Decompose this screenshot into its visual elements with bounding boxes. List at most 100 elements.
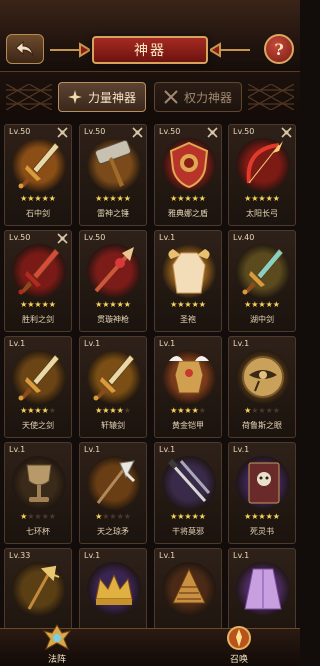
star-filled-icon: ★ <box>191 300 199 309</box>
artifact-card[interactable]: Lv.50 ★★★★★ 雅典娜之盾 <box>154 124 222 226</box>
star-filled-icon: ★ <box>265 512 273 521</box>
artifact-card[interactable]: Lv.1 ★★★★★ 七环杯 <box>4 442 72 544</box>
artifact-card[interactable]: Lv.33 <box>4 548 72 628</box>
compass-star-icon <box>67 90 82 104</box>
formation-emblem-icon <box>42 624 72 651</box>
star-filled-icon: ★ <box>191 406 199 415</box>
star-filled-icon: ★ <box>258 194 266 203</box>
artifact-name: 干将莫邪 <box>172 527 204 536</box>
crossed-swords-icon <box>164 90 178 104</box>
star-rating: ★★★★★ <box>155 512 221 522</box>
star-rating: ★★★★★ <box>229 194 295 204</box>
star-filled-icon: ★ <box>258 512 266 521</box>
star-filled-icon: ★ <box>109 194 117 203</box>
artifact-card[interactable]: Lv.1 ★★★★★ 荷鲁斯之眼 <box>228 336 296 438</box>
angel-sword-icon <box>18 354 60 401</box>
back-button[interactable] <box>6 34 44 64</box>
artifact-card[interactable]: Lv.1 ★★★★★ 天使之剑 <box>4 336 72 438</box>
artifact-card[interactable]: Lv.1 ★★★★★ 轩辕剑 <box>79 336 147 438</box>
artifact-level: Lv.1 <box>9 445 26 454</box>
artifact-card[interactable]: Lv.1 ★★★★★ 黄金铠甲 <box>154 336 222 438</box>
bottom-bar: 法阵 召唤 <box>0 624 300 666</box>
star-rating: ★★★★★ <box>155 300 221 310</box>
artifact-card[interactable]: Lv.50 ★★★★★ 石中剑 <box>4 124 72 226</box>
help-button[interactable]: ? <box>264 34 294 64</box>
artifact-grid: Lv.50 ★★★★★ 石中剑 Lv.50 ★★★★★ 雷神之锤 Lv.50 ★★★★★… <box>4 124 296 628</box>
xuanyuan-sword-icon <box>93 354 135 401</box>
star-rating: ★★★★★ <box>80 300 146 310</box>
artifact-card[interactable]: Lv.1 <box>228 548 296 628</box>
star-rating: ★★★★★ <box>229 406 295 416</box>
artifact-level: Lv.50 <box>9 127 31 136</box>
star-empty-icon: ★ <box>116 512 124 521</box>
star-filled-icon: ★ <box>198 194 206 203</box>
artifact-card[interactable]: Lv.50 ★★★★★ 胜利之剑 <box>4 230 72 332</box>
artifact-name: 七环杯 <box>26 527 50 536</box>
summon-button[interactable]: 召唤 <box>214 626 264 666</box>
star-filled-icon: ★ <box>198 512 206 521</box>
armor-icon <box>169 356 209 394</box>
tab-bar: 力量神器 权力神器 <box>0 72 300 124</box>
equipped-badge-icon <box>281 127 292 138</box>
crown-icon <box>95 573 133 605</box>
star-filled-icon: ★ <box>48 194 56 203</box>
artifact-level: Lv.1 <box>233 445 250 454</box>
back-arrow-icon <box>15 40 34 57</box>
tab-label: 力量神器 <box>87 90 136 105</box>
artifact-level: Lv.50 <box>159 127 181 136</box>
artifact-level: Lv.1 <box>84 445 101 454</box>
star-rating: ★★★★★ <box>229 300 295 310</box>
shield-icon <box>169 141 209 189</box>
star-empty-icon: ★ <box>265 406 273 415</box>
star-empty-icon: ★ <box>123 512 131 521</box>
star-filled-icon: ★ <box>272 300 280 309</box>
star-empty-icon: ★ <box>48 512 56 521</box>
summon-label: 召唤 <box>229 655 248 665</box>
artifact-card[interactable]: Lv.1 ★★★★★ 死灵书 <box>228 442 296 544</box>
tab-power-artifacts[interactable]: 力量神器 <box>58 82 146 112</box>
lattice-decoration-icon <box>248 84 294 110</box>
star-filled-icon: ★ <box>184 300 192 309</box>
star-empty-icon: ★ <box>123 406 131 415</box>
star-filled-icon: ★ <box>41 194 49 203</box>
artifact-card[interactable]: Lv.1 ★★★★★ 天之琼矛 <box>79 442 147 544</box>
tab-label: 权力神器 <box>183 90 232 105</box>
formation-button[interactable]: 法阵 <box>32 624 82 666</box>
star-rating: ★★★★★ <box>5 512 71 522</box>
harp-icon <box>172 567 206 604</box>
top-bar: 神器 ? <box>0 0 300 72</box>
artifact-name: 天之琼矛 <box>97 527 129 536</box>
artifact-card[interactable]: Lv.50 ★★★★★ 雷神之锤 <box>79 124 147 226</box>
artifact-level: Lv.1 <box>233 339 250 348</box>
artifact-card[interactable]: Lv.40 ★★★★★ 湖中剑 <box>228 230 296 332</box>
artifact-card[interactable]: Lv.1 <box>154 548 222 628</box>
artifact-level: Lv.40 <box>233 233 255 242</box>
bow-icon <box>246 141 283 184</box>
artifact-card[interactable]: Lv.1 <box>79 548 147 628</box>
artifact-level: Lv.50 <box>9 233 31 242</box>
lattice-decoration-icon <box>6 84 52 110</box>
artifact-card[interactable]: Lv.50 ★★★★★ 贯璇神枪 <box>79 230 147 332</box>
artifact-card[interactable]: Lv.1 ★★★★★ 圣袍 <box>154 230 222 332</box>
artifact-name: 胜利之剑 <box>22 315 54 324</box>
trident-icon <box>27 565 60 610</box>
star-rating: ★★★★★ <box>80 194 146 204</box>
star-empty-icon: ★ <box>272 406 280 415</box>
equipped-badge-icon <box>207 127 218 138</box>
artifact-name: 太阳长弓 <box>246 209 278 218</box>
artifact-name: 雅典娜之盾 <box>168 209 208 218</box>
star-filled-icon: ★ <box>41 406 49 415</box>
artifact-card[interactable]: Lv.50 ★★★★★ 太阳长弓 <box>228 124 296 226</box>
tab-authority-artifacts[interactable]: 权力神器 <box>154 82 242 112</box>
cape-icon <box>244 568 282 610</box>
artifact-level: Lv.50 <box>84 233 106 242</box>
artifact-level: Lv.50 <box>84 127 106 136</box>
formation-label: 法阵 <box>47 655 66 665</box>
artifact-card[interactable]: Lv.1 ★★★★★ 干将莫邪 <box>154 442 222 544</box>
title-ornament-right-icon <box>210 42 250 58</box>
star-filled-icon: ★ <box>34 194 42 203</box>
artifact-name: 圣袍 <box>180 315 196 324</box>
star-rating: ★★★★★ <box>229 512 295 522</box>
necro-book-icon <box>248 462 280 504</box>
red-sword-icon <box>18 248 60 295</box>
